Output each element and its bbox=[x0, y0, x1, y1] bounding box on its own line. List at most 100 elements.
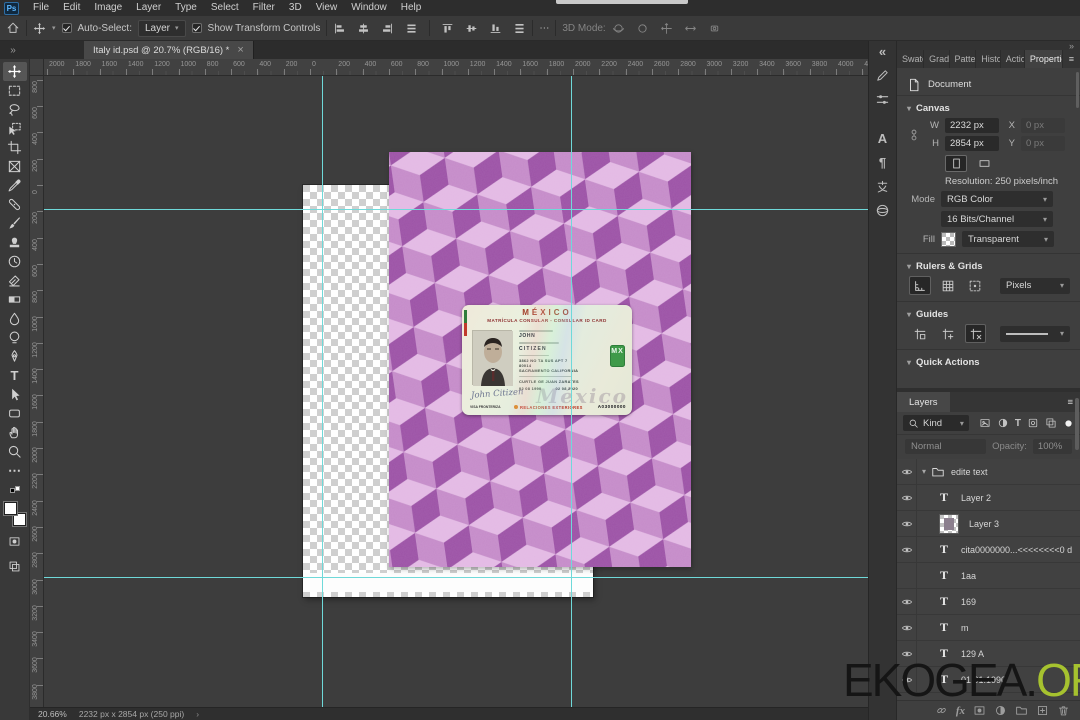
quick-mask-button[interactable] bbox=[3, 532, 27, 551]
quick-actions-section-header[interactable]: ▾ Quick Actions bbox=[907, 357, 1070, 368]
toggle-grid-button[interactable] bbox=[937, 276, 959, 295]
healing-tool[interactable] bbox=[3, 195, 27, 214]
chevron-down-icon[interactable]: ▾ bbox=[52, 24, 56, 32]
zoom-level[interactable]: 20.66% bbox=[38, 709, 67, 719]
layer-row[interactable]: Layer 3 bbox=[897, 511, 1080, 537]
layer-name[interactable]: Layer 2 bbox=[961, 493, 991, 503]
id-card[interactable]: MÉXICO MATRÍCULA CONSULAR - CONSULAR ID … bbox=[462, 305, 632, 415]
menu-type[interactable]: Type bbox=[168, 0, 204, 16]
pen-tool[interactable] bbox=[3, 347, 27, 366]
menu-window[interactable]: Window bbox=[344, 0, 394, 16]
align-middle-icon[interactable] bbox=[465, 22, 478, 35]
tool-presets-icon[interactable] bbox=[875, 92, 890, 107]
close-icon[interactable]: × bbox=[237, 44, 243, 56]
align-top-icon[interactable] bbox=[441, 22, 454, 35]
fill-swatch[interactable] bbox=[941, 231, 956, 247]
paragraph-panel-icon[interactable]: ¶ bbox=[879, 155, 886, 170]
layer-row[interactable]: T 1aa bbox=[897, 563, 1080, 589]
layer-name[interactable]: cita0000000...<<<<<<<<0 d bbox=[961, 545, 1072, 555]
menu-image[interactable]: Image bbox=[87, 0, 129, 16]
home-icon[interactable] bbox=[6, 21, 20, 35]
layer-visibility-eye-icon[interactable] bbox=[897, 459, 917, 484]
color-mode-dropdown[interactable]: RGB Color ▾ bbox=[941, 191, 1053, 207]
horizontal-ruler[interactable]: 2000 1800 1600 1400 1200 1000 800 600 400 200 0 200… bbox=[44, 59, 868, 76]
eyedropper-tool[interactable] bbox=[3, 176, 27, 195]
canvas-area[interactable]: MÉXICO MATRÍCULA CONSULAR - CONSULAR ID … bbox=[44, 76, 868, 707]
group-expand-icon[interactable]: ▾ bbox=[917, 467, 931, 476]
gradient-tool[interactable] bbox=[3, 290, 27, 309]
filter-kind-dropdown[interactable]: Kind ▾ bbox=[903, 415, 969, 431]
type-layers-filter-icon[interactable]: T bbox=[1015, 418, 1021, 429]
toggle-rulers-button[interactable] bbox=[909, 276, 931, 295]
height-field[interactable]: 2854 px bbox=[945, 136, 999, 151]
width-field[interactable]: 2232 px bbox=[945, 118, 999, 133]
layers-scrollbar[interactable] bbox=[1075, 398, 1079, 450]
crop-tool[interactable] bbox=[3, 138, 27, 157]
guides-section-header[interactable]: ▾ Guides bbox=[907, 309, 1070, 320]
type-tool[interactable]: T bbox=[3, 366, 27, 385]
layer-row[interactable]: T 169 bbox=[897, 589, 1080, 615]
cube-pattern-image[interactable]: MÉXICO MATRÍCULA CONSULAR - CONSULAR ID … bbox=[389, 152, 691, 567]
menu-file[interactable]: File bbox=[26, 0, 56, 16]
dodge-tool[interactable] bbox=[3, 328, 27, 347]
lasso-tool[interactable] bbox=[3, 100, 27, 119]
toggle-snap-button[interactable] bbox=[964, 276, 986, 295]
tab-patter[interactable]: Patter bbox=[950, 50, 977, 68]
layer-row[interactable]: T 01.01.1990 bbox=[897, 667, 1080, 693]
align-bottom-icon[interactable] bbox=[489, 22, 502, 35]
canvas-section-header[interactable]: ▾ Canvas bbox=[907, 103, 1070, 114]
pixel-layers-filter-icon[interactable] bbox=[979, 417, 991, 429]
layer-name[interactable]: 169 bbox=[961, 597, 976, 607]
show-transform-checkbox[interactable] bbox=[191, 23, 202, 33]
menu-edit[interactable]: Edit bbox=[56, 0, 87, 16]
photoshop-logo-icon[interactable]: Ps bbox=[4, 1, 19, 15]
portrait-orientation-button[interactable] bbox=[945, 155, 967, 172]
menu-view[interactable]: View bbox=[309, 0, 345, 16]
path-select-tool[interactable] bbox=[3, 385, 27, 404]
status-arrow-icon[interactable]: › bbox=[196, 709, 199, 719]
layer-name[interactable]: m bbox=[961, 623, 969, 633]
layer-visibility-eye-icon[interactable] bbox=[897, 589, 917, 614]
layer-visibility-eye-icon[interactable] bbox=[897, 511, 917, 536]
layer-visibility-empty[interactable] bbox=[897, 563, 917, 588]
tab-histo[interactable]: Histo bbox=[976, 50, 1001, 68]
screen-mode-button[interactable] bbox=[3, 557, 27, 576]
document-tab[interactable]: Italy id.psd @ 20.7% (RGB/16) * × bbox=[84, 41, 254, 59]
layer-row[interactable]: ▾ edite text bbox=[897, 459, 1080, 485]
guide-style-dropdown[interactable]: ▾ bbox=[1000, 325, 1070, 342]
properties-scrollbar[interactable] bbox=[1076, 72, 1079, 108]
tab-actio[interactable]: Actio bbox=[1001, 50, 1025, 68]
brush-tool[interactable] bbox=[3, 214, 27, 233]
move-tool[interactable] bbox=[33, 22, 46, 35]
landscape-orientation-button[interactable] bbox=[973, 155, 995, 172]
tab-gradi[interactable]: Gradi bbox=[924, 50, 950, 68]
object-selection-tool[interactable] bbox=[3, 119, 27, 138]
panel-menu-icon[interactable]: ≡ bbox=[1063, 50, 1080, 68]
layer-row[interactable]: T 129 A bbox=[897, 641, 1080, 667]
layer-name[interactable]: edite text bbox=[951, 467, 988, 477]
layer-visibility-eye-icon[interactable] bbox=[897, 641, 917, 666]
guide-horizontal-1[interactable] bbox=[44, 209, 868, 210]
layer-visibility-eye-icon[interactable] bbox=[897, 537, 917, 562]
dolly-3d-icon[interactable] bbox=[708, 22, 721, 35]
bit-depth-dropdown[interactable]: 16 Bits/Channel ▾ bbox=[941, 211, 1053, 227]
move-tool[interactable] bbox=[2, 62, 27, 81]
ruler-units-dropdown[interactable]: Pixels ▾ bbox=[1000, 277, 1070, 294]
tab-swatc[interactable]: Swatc bbox=[897, 50, 925, 68]
shape-tool[interactable] bbox=[3, 404, 27, 423]
orbit-3d-icon[interactable] bbox=[612, 22, 625, 35]
align-center-h-icon[interactable] bbox=[357, 22, 370, 35]
rulers-grids-section-header[interactable]: ▾ Rulers & Grids bbox=[907, 261, 1070, 272]
tab-layers[interactable]: Layers bbox=[897, 392, 950, 412]
color-swatches[interactable] bbox=[2, 501, 27, 527]
distribute-h-icon[interactable] bbox=[405, 22, 418, 35]
home-icon[interactable] bbox=[6, 21, 20, 35]
tab-overflow-icon[interactable]: » bbox=[0, 41, 26, 59]
eraser-tool[interactable] bbox=[3, 271, 27, 290]
auto-select-target-dropdown[interactable]: Layer ▾ bbox=[138, 19, 186, 37]
collapse-panels-icon[interactable]: « bbox=[879, 44, 886, 59]
layer-name[interactable]: 1aa bbox=[961, 571, 976, 581]
guide-vertical-2[interactable] bbox=[571, 76, 572, 707]
align-right-icon[interactable] bbox=[381, 22, 394, 35]
more-options-icon[interactable]: ⋯ bbox=[539, 23, 549, 34]
